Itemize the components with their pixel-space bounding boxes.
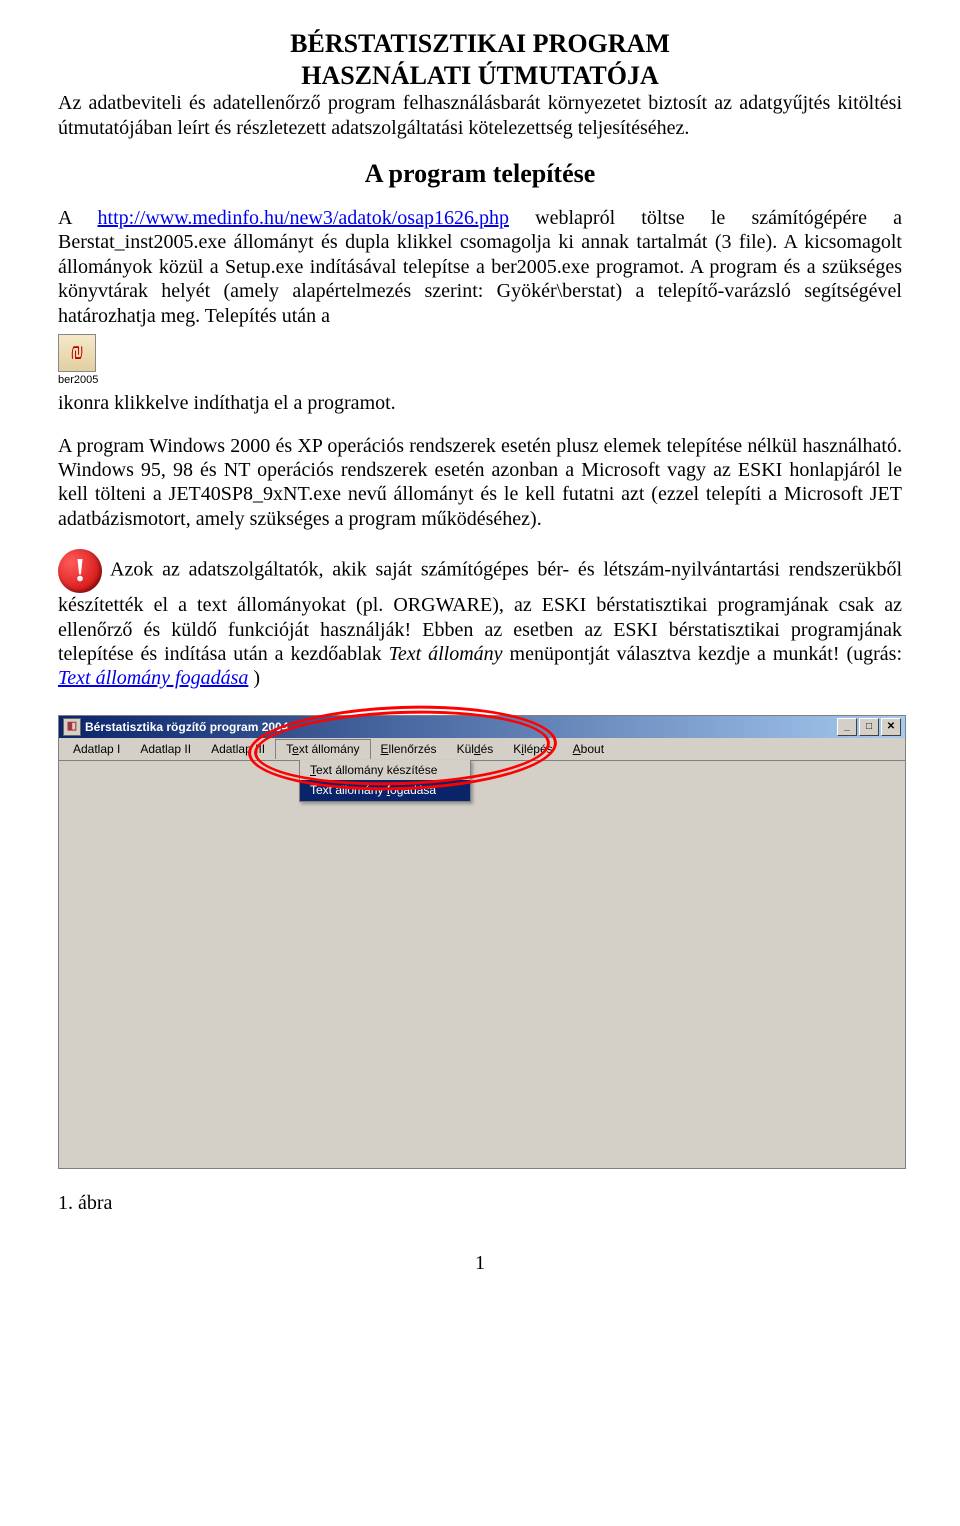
menu-kuldes[interactable]: Küldés	[447, 740, 504, 759]
intro-paragraph: Az adatbeviteli és adatellenőrző program…	[58, 91, 902, 140]
dropdown-text-allomany: Text állomány készítése Text állomány fo…	[299, 760, 471, 802]
dropdown-item-keszitese[interactable]: Text állomány készítése	[300, 760, 470, 781]
section-heading-install: A program telepítése	[58, 158, 902, 190]
menu-name-italic: Text állomány	[389, 643, 503, 665]
menu-adatlap-2[interactable]: Adatlap II	[130, 740, 201, 759]
client-area	[59, 802, 905, 1168]
menu-ellenorzes[interactable]: Ellenőrzés	[371, 740, 447, 759]
desktop-shortcut-icon: ₪ ber2005	[58, 334, 98, 387]
figure-1: ◧ Bérstatisztika rögzítő program 2004 _ …	[58, 709, 906, 1169]
titlebar: ◧ Bérstatisztika rögzítő program 2004 _ …	[59, 716, 905, 738]
doc-title: BÉRSTATISZTIKAI PROGRAM	[58, 28, 902, 60]
after-icon-paragraph: ikonra klikkelve indíthatja el a program…	[58, 391, 902, 415]
close-button[interactable]: ✕	[881, 718, 901, 736]
ber2005-icon: ₪	[58, 334, 96, 372]
text: A	[58, 207, 98, 229]
menu-adatlap-3[interactable]: Adatlap III	[201, 740, 275, 759]
install-paragraph: A http://www.medinfo.hu/new3/adatok/osap…	[58, 206, 902, 328]
menu-text-allomany[interactable]: Text állomány	[275, 739, 370, 759]
app-window: ◧ Bérstatisztika rögzítő program 2004 _ …	[58, 715, 906, 1169]
jump-link[interactable]: Text állomány fogadása	[58, 667, 248, 689]
menu-kilepes[interactable]: Kilépés	[503, 740, 562, 759]
maximize-button[interactable]: □	[859, 718, 879, 736]
menu-about[interactable]: About	[563, 740, 614, 759]
download-link[interactable]: http://www.medinfo.hu/new3/adatok/osap16…	[98, 207, 509, 229]
dropdown-item-fogadasa[interactable]: Text állomány fogadása	[300, 780, 470, 801]
warning-icon: !	[58, 549, 102, 593]
figure-caption: 1. ábra	[58, 1191, 902, 1215]
os-paragraph: A program Windows 2000 és XP operációs r…	[58, 434, 902, 532]
menubar: Adatlap I Adatlap II Adatlap III Text ál…	[59, 738, 905, 761]
warning-paragraph: !Azok az adatszolgáltatók, akik saját sz…	[58, 549, 902, 691]
text: menüpontját választva kezdje a munkát! (…	[503, 643, 902, 665]
ber2005-icon-label: ber2005	[58, 374, 98, 387]
window-title: Bérstatisztika rögzítő program 2004	[85, 720, 835, 735]
app-icon: ◧	[63, 718, 81, 736]
minimize-button[interactable]: _	[837, 718, 857, 736]
menu-adatlap-1[interactable]: Adatlap I	[63, 740, 130, 759]
doc-subtitle: HASZNÁLATI ÚTMUTATÓJA	[58, 60, 902, 92]
text: )	[248, 667, 260, 689]
page-number: 1	[58, 1251, 902, 1275]
